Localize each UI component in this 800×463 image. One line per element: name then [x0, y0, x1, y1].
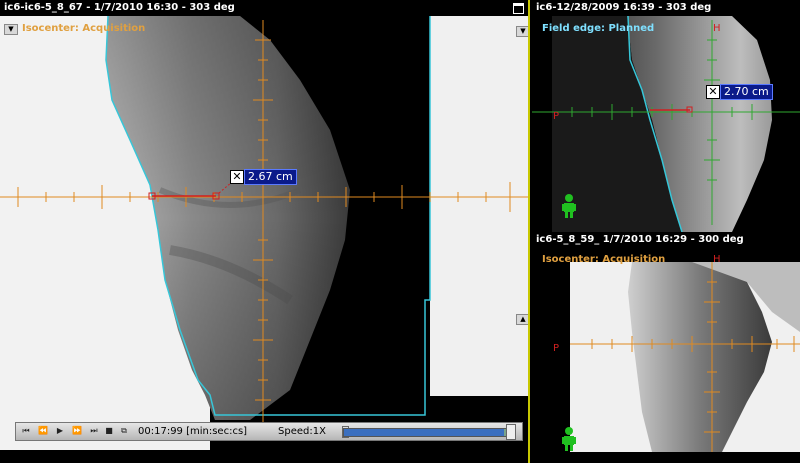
- bottom-right-pane-title: ic6-5_8_59_ 1/7/2010 16:29 - 300 deg: [532, 232, 800, 248]
- close-x-icon[interactable]: ✕: [230, 170, 244, 184]
- skip-end-icon[interactable]: ⏭: [87, 425, 101, 437]
- playback-scrubber-handle[interactable]: [506, 424, 516, 440]
- stop-icon[interactable]: ■: [102, 425, 116, 437]
- skip-start-icon[interactable]: ⏮: [19, 425, 33, 437]
- bottom-right-label-h: H: [713, 254, 721, 265]
- main-bottom-strip: [0, 450, 528, 463]
- playback-time: 00:17:99 [min:sec:cs]: [138, 426, 248, 437]
- bottom-right-overlay-label: Isocenter: Acquisition: [542, 254, 666, 265]
- play-icon[interactable]: ▶: [53, 425, 67, 437]
- main-image-pane[interactable]: ic6-ic6-5_8_67 - 1/7/2010 16:30 - 303 de…: [0, 0, 530, 463]
- bottom-right-image-pane[interactable]: ic6-5_8_59_ 1/7/2010 16:29 - 300 deg Iso…: [532, 232, 800, 463]
- bottom-right-label-p: P: [553, 343, 560, 354]
- top-right-image-pane[interactable]: ic6-12/28/2009 16:39 - 303 deg Field edg…: [532, 0, 800, 232]
- main-overlay-label: Isocenter: Acquisition: [22, 23, 146, 34]
- bottom-right-title-text: ic6-5_8_59_ 1/7/2010 16:29 - 300 deg: [536, 234, 744, 245]
- playback-progress-fill: [344, 429, 504, 436]
- top-right-overlay-label: Field edge: Planned: [542, 23, 655, 34]
- top-right-label-h: H: [713, 23, 721, 34]
- snapshot-icon[interactable]: ⧉: [117, 425, 131, 437]
- maximize-icon[interactable]: [513, 3, 524, 14]
- main-scroll-right-top-button[interactable]: ▼: [516, 26, 528, 37]
- main-radiograph: [0, 15, 528, 463]
- main-pane-title: ic6-ic6-5_8_67 - 1/7/2010 16:30 - 303 de…: [0, 0, 528, 16]
- main-scroll-right-mid-button[interactable]: ▲: [516, 314, 528, 325]
- top-right-measurement[interactable]: ✕ 2.70 cm: [706, 84, 773, 100]
- top-right-radiograph: [532, 15, 800, 232]
- close-x-icon[interactable]: ✕: [706, 85, 720, 99]
- playback-toolbar: ⏮ ⏪ ▶ ⏩ ⏭ ■ ⧉ 00:17:99 [min:sec:cs] Spee…: [15, 422, 523, 441]
- top-right-label-p: P: [553, 111, 560, 122]
- main-measurement[interactable]: ✕ 2.67 cm: [230, 169, 297, 185]
- main-measurement-value: 2.67 cm: [244, 169, 297, 185]
- top-right-pane-title: ic6-12/28/2009 16:39 - 303 deg: [532, 0, 800, 16]
- main-title-text: ic6-ic6-5_8_67 - 1/7/2010 16:30 - 303 de…: [4, 2, 235, 13]
- top-right-measurement-value: 2.70 cm: [720, 84, 773, 100]
- playback-progress-bar[interactable]: [343, 428, 515, 437]
- main-scroll-up-button[interactable]: ▼: [4, 24, 18, 35]
- playback-speed[interactable]: Speed:1X: [278, 425, 326, 438]
- top-right-title-text: ic6-12/28/2009 16:39 - 303 deg: [536, 2, 712, 13]
- rewind-icon[interactable]: ⏪: [36, 425, 50, 437]
- bottom-right-radiograph: [532, 248, 800, 463]
- fast-forward-icon[interactable]: ⏩: [70, 425, 84, 437]
